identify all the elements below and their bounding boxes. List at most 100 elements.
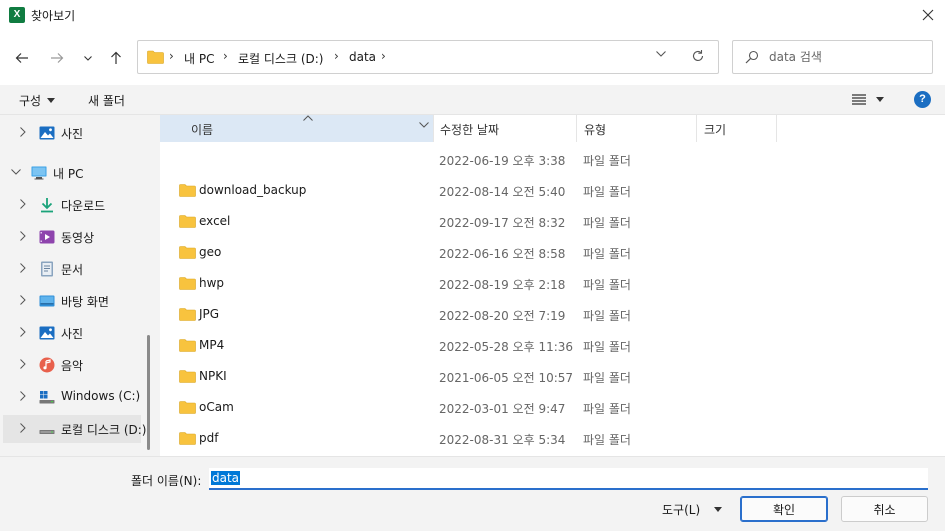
change-view-button[interactable] — [852, 94, 884, 105]
chevron-down-icon — [84, 55, 92, 61]
tools-label: 도구(L) — [662, 503, 701, 517]
tools-button[interactable]: 도구(L) — [662, 501, 723, 518]
breadcrumb-this-pc[interactable]: 내 PC — [184, 50, 214, 67]
sidebar-item-music[interactable]: 음악 — [3, 351, 141, 379]
folder-icon — [179, 215, 196, 228]
file-row[interactable]: pdf 2022-08-31 오후 5:34 파일 폴더 — [160, 423, 930, 454]
folder-icon — [179, 370, 196, 383]
file-name: JPG — [199, 307, 220, 321]
file-row[interactable]: excel 2022-09-17 오전 8:32 파일 폴더 — [160, 206, 930, 237]
sidebar-item-label: 문서 — [61, 263, 84, 277]
file-date: 2022-08-19 오후 2:18 — [439, 278, 566, 292]
column-header-date[interactable]: 수정한 날짜 — [434, 115, 576, 142]
file-date: 2022-05-28 오후 11:36 — [439, 340, 574, 354]
folder-icon — [179, 339, 196, 352]
recent-locations-button[interactable] — [77, 47, 99, 69]
sidebar-item-label: Windows (C:) — [61, 389, 141, 403]
file-row[interactable]: download_backup 2022-08-14 오전 5:40 파일 폴더 — [160, 175, 930, 206]
file-date: 2022-08-14 오전 5:40 — [439, 185, 566, 199]
search-box[interactable] — [732, 40, 933, 74]
file-name: oCam — [199, 400, 234, 414]
folder-icon — [179, 246, 196, 259]
download-icon — [41, 198, 53, 213]
file-row[interactable]: 2022-06-19 오후 3:38 파일 폴더 — [160, 144, 930, 175]
file-row[interactable]: hwp 2022-08-19 오후 2:18 파일 폴더 — [160, 268, 930, 299]
file-row[interactable]: geo 2022-06-16 오전 8:58 파일 폴더 — [160, 237, 930, 268]
sidebar-item-downloads[interactable]: 다운로드 — [3, 191, 141, 219]
file-name: hwp — [199, 276, 225, 290]
close-button[interactable] — [911, 0, 945, 30]
sidebar-item-videos[interactable]: 동영상 — [3, 223, 141, 251]
file-type: 파일 폴더 — [583, 402, 631, 416]
file-name: download_backup — [199, 183, 307, 197]
desktop-icon — [39, 295, 55, 307]
column-header-label: 수정한 날짜 — [440, 123, 500, 137]
cancel-button[interactable]: 취소 — [841, 496, 928, 522]
caret-down-icon — [714, 507, 723, 512]
file-row[interactable]: MP4 2022-05-28 오후 11:36 파일 폴더 — [160, 330, 930, 361]
ok-button[interactable]: 확인 — [740, 496, 828, 522]
chevron-right-icon — [20, 359, 26, 369]
documents-icon — [41, 261, 53, 277]
column-header-type[interactable]: 유형 — [577, 115, 696, 142]
excel-app-icon: X — [9, 7, 25, 23]
details-view-icon — [852, 94, 866, 105]
organize-button[interactable]: 구성 — [19, 92, 56, 109]
column-header-name[interactable]: 이름 — [160, 115, 433, 142]
file-type: 파일 폴더 — [583, 216, 631, 230]
column-header-size[interactable]: 크기 — [697, 115, 777, 142]
chevron-right-icon — [20, 391, 26, 401]
breadcrumb-local-disk[interactable]: 로컬 디스크 (D:) — [238, 50, 323, 67]
sidebar-item-local-disk-d[interactable]: 로컬 디스크 (D:) — [3, 415, 146, 443]
forward-button[interactable] — [46, 47, 68, 69]
sidebar-item-photos-quick[interactable]: 사진 — [3, 119, 141, 147]
breadcrumb-data[interactable]: data — [349, 50, 376, 64]
sidebar-item-label: 사진 — [61, 327, 84, 341]
organize-label: 구성 — [19, 94, 42, 108]
up-button[interactable] — [105, 47, 127, 69]
column-divider[interactable] — [776, 115, 777, 142]
file-date: 2021-06-05 오전 10:57 — [439, 371, 574, 385]
arrow-left-icon — [15, 53, 28, 63]
dialog-footer: 폴더 이름(N): data 도구(L) 확인 취소 — [0, 456, 945, 531]
file-name: NPKI — [199, 369, 227, 383]
sidebar-item-photos[interactable]: 사진 — [3, 319, 141, 347]
file-type: 파일 폴더 — [583, 433, 631, 447]
close-icon — [922, 9, 934, 21]
videos-icon — [39, 230, 55, 244]
sidebar-item-this-pc[interactable]: 내 PC — [3, 159, 141, 187]
file-type: 파일 폴더 — [583, 154, 631, 168]
chevron-down-icon[interactable] — [419, 122, 429, 128]
file-row[interactable]: JPG 2022-08-20 오전 7:19 파일 폴더 — [160, 299, 930, 330]
file-type: 파일 폴더 — [583, 278, 631, 292]
folder-icon — [147, 50, 164, 64]
search-icon — [745, 50, 759, 64]
help-button[interactable]: ? — [914, 91, 931, 108]
file-row[interactable]: NPKI 2021-06-05 오전 10:57 파일 폴더 — [160, 361, 930, 392]
sidebar-item-label: 바탕 화면 — [61, 295, 109, 309]
file-type: 파일 폴더 — [583, 309, 631, 323]
sidebar-item-label: 사진 — [61, 127, 84, 141]
chevron-right-icon — [20, 327, 26, 337]
back-button[interactable] — [11, 47, 33, 69]
sidebar-scrollbar[interactable] — [147, 335, 150, 450]
folder-icon — [179, 184, 196, 197]
file-row[interactable]: oCam 2022-03-01 오전 9:47 파일 폴더 — [160, 392, 930, 423]
column-header-label: 이름 — [191, 123, 214, 137]
chevron-right-icon — [20, 295, 26, 305]
refresh-icon[interactable] — [691, 49, 705, 63]
breadcrumb-separator: › — [381, 49, 386, 63]
sidebar-item-desktop[interactable]: 바탕 화면 — [3, 287, 141, 315]
address-history-chevron-icon[interactable] — [656, 51, 666, 57]
folder-name-input[interactable]: data — [209, 468, 928, 490]
address-bar[interactable]: › 내 PC › 로컬 디스크 (D:) › data › — [137, 40, 719, 74]
search-input[interactable] — [769, 45, 929, 69]
folder-name-value: data — [211, 471, 241, 485]
file-date: 2022-03-01 오전 9:47 — [439, 402, 566, 416]
sidebar-item-label: 음악 — [61, 359, 84, 373]
new-folder-button[interactable]: 새 폴더 — [88, 92, 125, 109]
file-type: 파일 폴더 — [583, 185, 631, 199]
sidebar-item-windows-c[interactable]: Windows (C:) — [3, 383, 141, 411]
sidebar-item-documents[interactable]: 문서 — [3, 255, 141, 283]
file-date: 2022-09-17 오전 8:32 — [439, 216, 566, 230]
